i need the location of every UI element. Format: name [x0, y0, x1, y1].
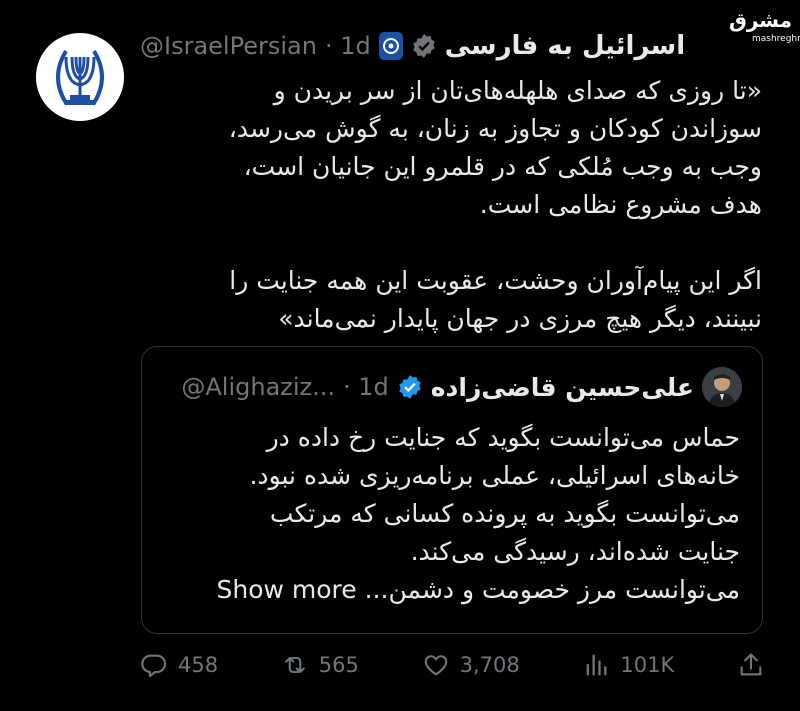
quoted-author-avatar [702, 367, 742, 407]
retweet-count: 565 [318, 653, 359, 677]
quoted-tweet-header: @Alighaziz... · 1d علی‌حسین قاضی‌زاده [181, 367, 742, 407]
quoted-author-handle: @Alighaziz... [181, 373, 336, 401]
site-watermark: مشرق mashreghnews.ir [728, 6, 800, 66]
views-button[interactable]: 101K [582, 651, 674, 679]
watermark-url: mashreghnews.ir [752, 34, 800, 44]
quote-line: خانه‌های اسرائیلی، عملی برنامه‌ریزی شده … [249, 461, 740, 490]
author-handle[interactable]: @IsraelPersian [140, 32, 317, 60]
retweet-icon [284, 656, 305, 674]
share-icon [740, 653, 762, 676]
heart-icon [424, 655, 447, 676]
reply-icon [141, 654, 167, 678]
retweet-button[interactable]: 565 [281, 651, 359, 679]
tweet-line: وجب به وجب مُلکی که در قلمرو این جانیان … [243, 152, 762, 181]
tweet-line: نبینند، دیگر هیچ مرزی در جهان پایدار نمی… [278, 304, 762, 333]
watermark-logo-text: مشرق [728, 8, 792, 32]
quote-line: می‌توانست بگوید به پرونده کسانی که مرتکب [269, 499, 740, 528]
quote-line: جنایت شده‌اند، رسیدگی می‌کند. [410, 537, 740, 566]
like-button[interactable]: 3,708 [422, 651, 520, 679]
affiliation-badge-icon[interactable] [378, 32, 403, 60]
share-button[interactable] [737, 651, 765, 679]
quote-line: حماس می‌توانست بگوید که جنایت رخ داده در [266, 423, 740, 452]
verified-badge-icon [412, 34, 435, 58]
tweet-line: سوزاندن کودکان و تجاوز به زنان، به گوش م… [228, 114, 762, 143]
show-more-link[interactable]: Show more [217, 575, 357, 604]
tweet-line: هدف مشروع نظامی است. [479, 190, 762, 219]
quote-line-last: می‌توانست مرز خصومت و دشمن... Show more [160, 571, 741, 609]
view-count: 101K [620, 653, 675, 677]
verified-badge-icon [399, 375, 421, 399]
tweet-body: «تا روزی که صدای هلهله‌های‌تان از سر بری… [122, 72, 762, 338]
reply-button[interactable]: 458 [140, 651, 218, 679]
author-name[interactable]: اسرائیل به فارسی [445, 31, 685, 61]
author-avatar[interactable] [36, 33, 124, 121]
like-count: 3,708 [459, 653, 520, 677]
quoted-tweet[interactable]: @Alighaziz... · 1d علی‌حسین قاضی‌زاده حم… [141, 346, 763, 634]
menorah-emblem-icon [36, 33, 124, 121]
tweet-time[interactable]: · 1d [325, 32, 371, 60]
tweet-line: «تا روزی که صدای هلهله‌های‌تان از سر بری… [273, 76, 762, 105]
tweet-line: اگر این پیام‌آوران وحشت، عقوبت این همه ج… [229, 266, 762, 295]
reply-count: 458 [178, 653, 219, 677]
tweet-header: @IsraelPersian · 1d اسرائیل به فارسی [140, 26, 685, 66]
quoted-tweet-time: · 1d [343, 373, 389, 401]
quoted-tweet-body: حماس می‌توانست بگوید که جنایت رخ داده در… [160, 419, 741, 609]
quote-line: می‌توانست مرز خصومت و دشمن... [364, 575, 740, 604]
action-bar: 458 565 3,708 101K [140, 645, 765, 685]
analytics-icon [587, 654, 607, 676]
quoted-author-name: علی‌حسین قاضی‌زاده [430, 372, 694, 402]
